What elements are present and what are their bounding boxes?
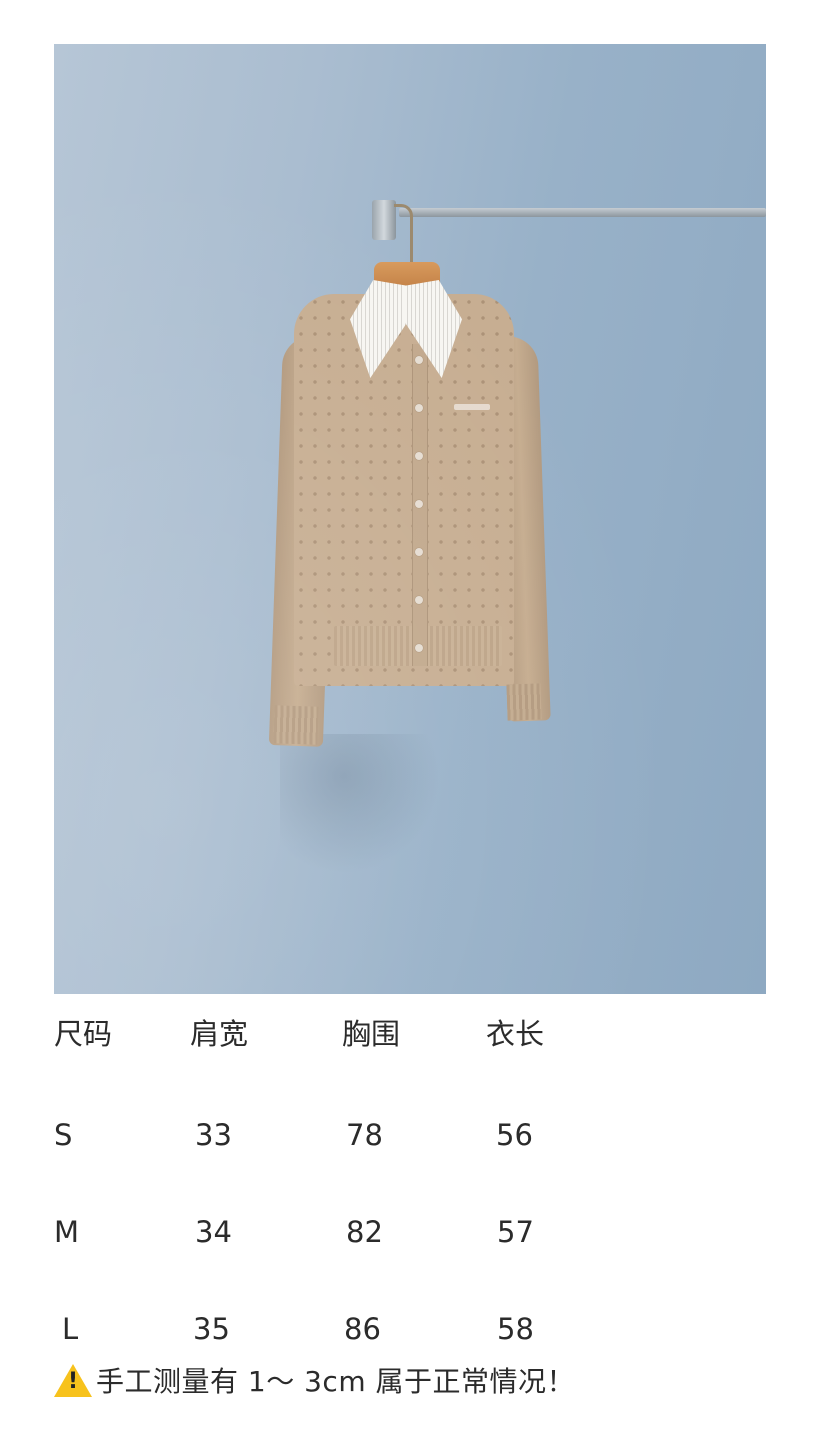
row-m-length: 57 [497,1215,534,1249]
cardigan-button [415,452,423,460]
product-photo [54,44,766,994]
ribbed-hem [334,626,502,666]
hanger-hook [394,204,413,265]
garment-shadow [280,734,440,874]
row-l-shoulder: 35 [193,1312,230,1346]
embroidered-logo [454,404,490,410]
clothes-rail [399,208,766,217]
cardigan-button [415,548,423,556]
row-l-size: L [62,1312,79,1346]
left-cuff [273,705,319,745]
row-l-chest: 86 [344,1312,381,1346]
warning-icon: ! [54,1363,92,1397]
shirt-collar-left [350,280,408,378]
neck-label [390,292,428,324]
cardigan-button [415,596,423,604]
button-placket [412,344,428,666]
header-size: 尺码 [54,1017,113,1051]
row-m-chest: 82 [346,1215,383,1249]
left-sleeve [268,335,338,747]
row-s-length: 56 [496,1118,533,1152]
header-length: 衣长 [486,1017,545,1051]
row-s-shoulder: 33 [195,1118,232,1152]
row-l-length: 58 [497,1312,534,1346]
row-m-shoulder: 34 [195,1215,232,1249]
cardigan-button [415,404,423,412]
measurement-note: ! 手工测量有 1～ 3cm 属于正常情况！ [54,1360,575,1400]
header-chest: 胸围 [342,1017,401,1051]
row-s-size: S [54,1118,73,1152]
wooden-hanger [374,262,440,290]
cardigan-button [415,644,423,652]
note-text: 手工测量有 1～ 3cm 属于正常情况！ [96,1365,576,1398]
row-s-chest: 78 [346,1118,383,1152]
cardigan-button [415,356,423,364]
cardigan-body [294,294,514,686]
right-sleeve [495,335,551,722]
rail-bracket [372,200,396,240]
cardigan-button [415,500,423,508]
shirt-collar-right [404,280,462,378]
row-m-size: M [54,1215,80,1249]
right-cuff [506,683,542,721]
header-shoulder: 肩宽 [190,1017,249,1051]
